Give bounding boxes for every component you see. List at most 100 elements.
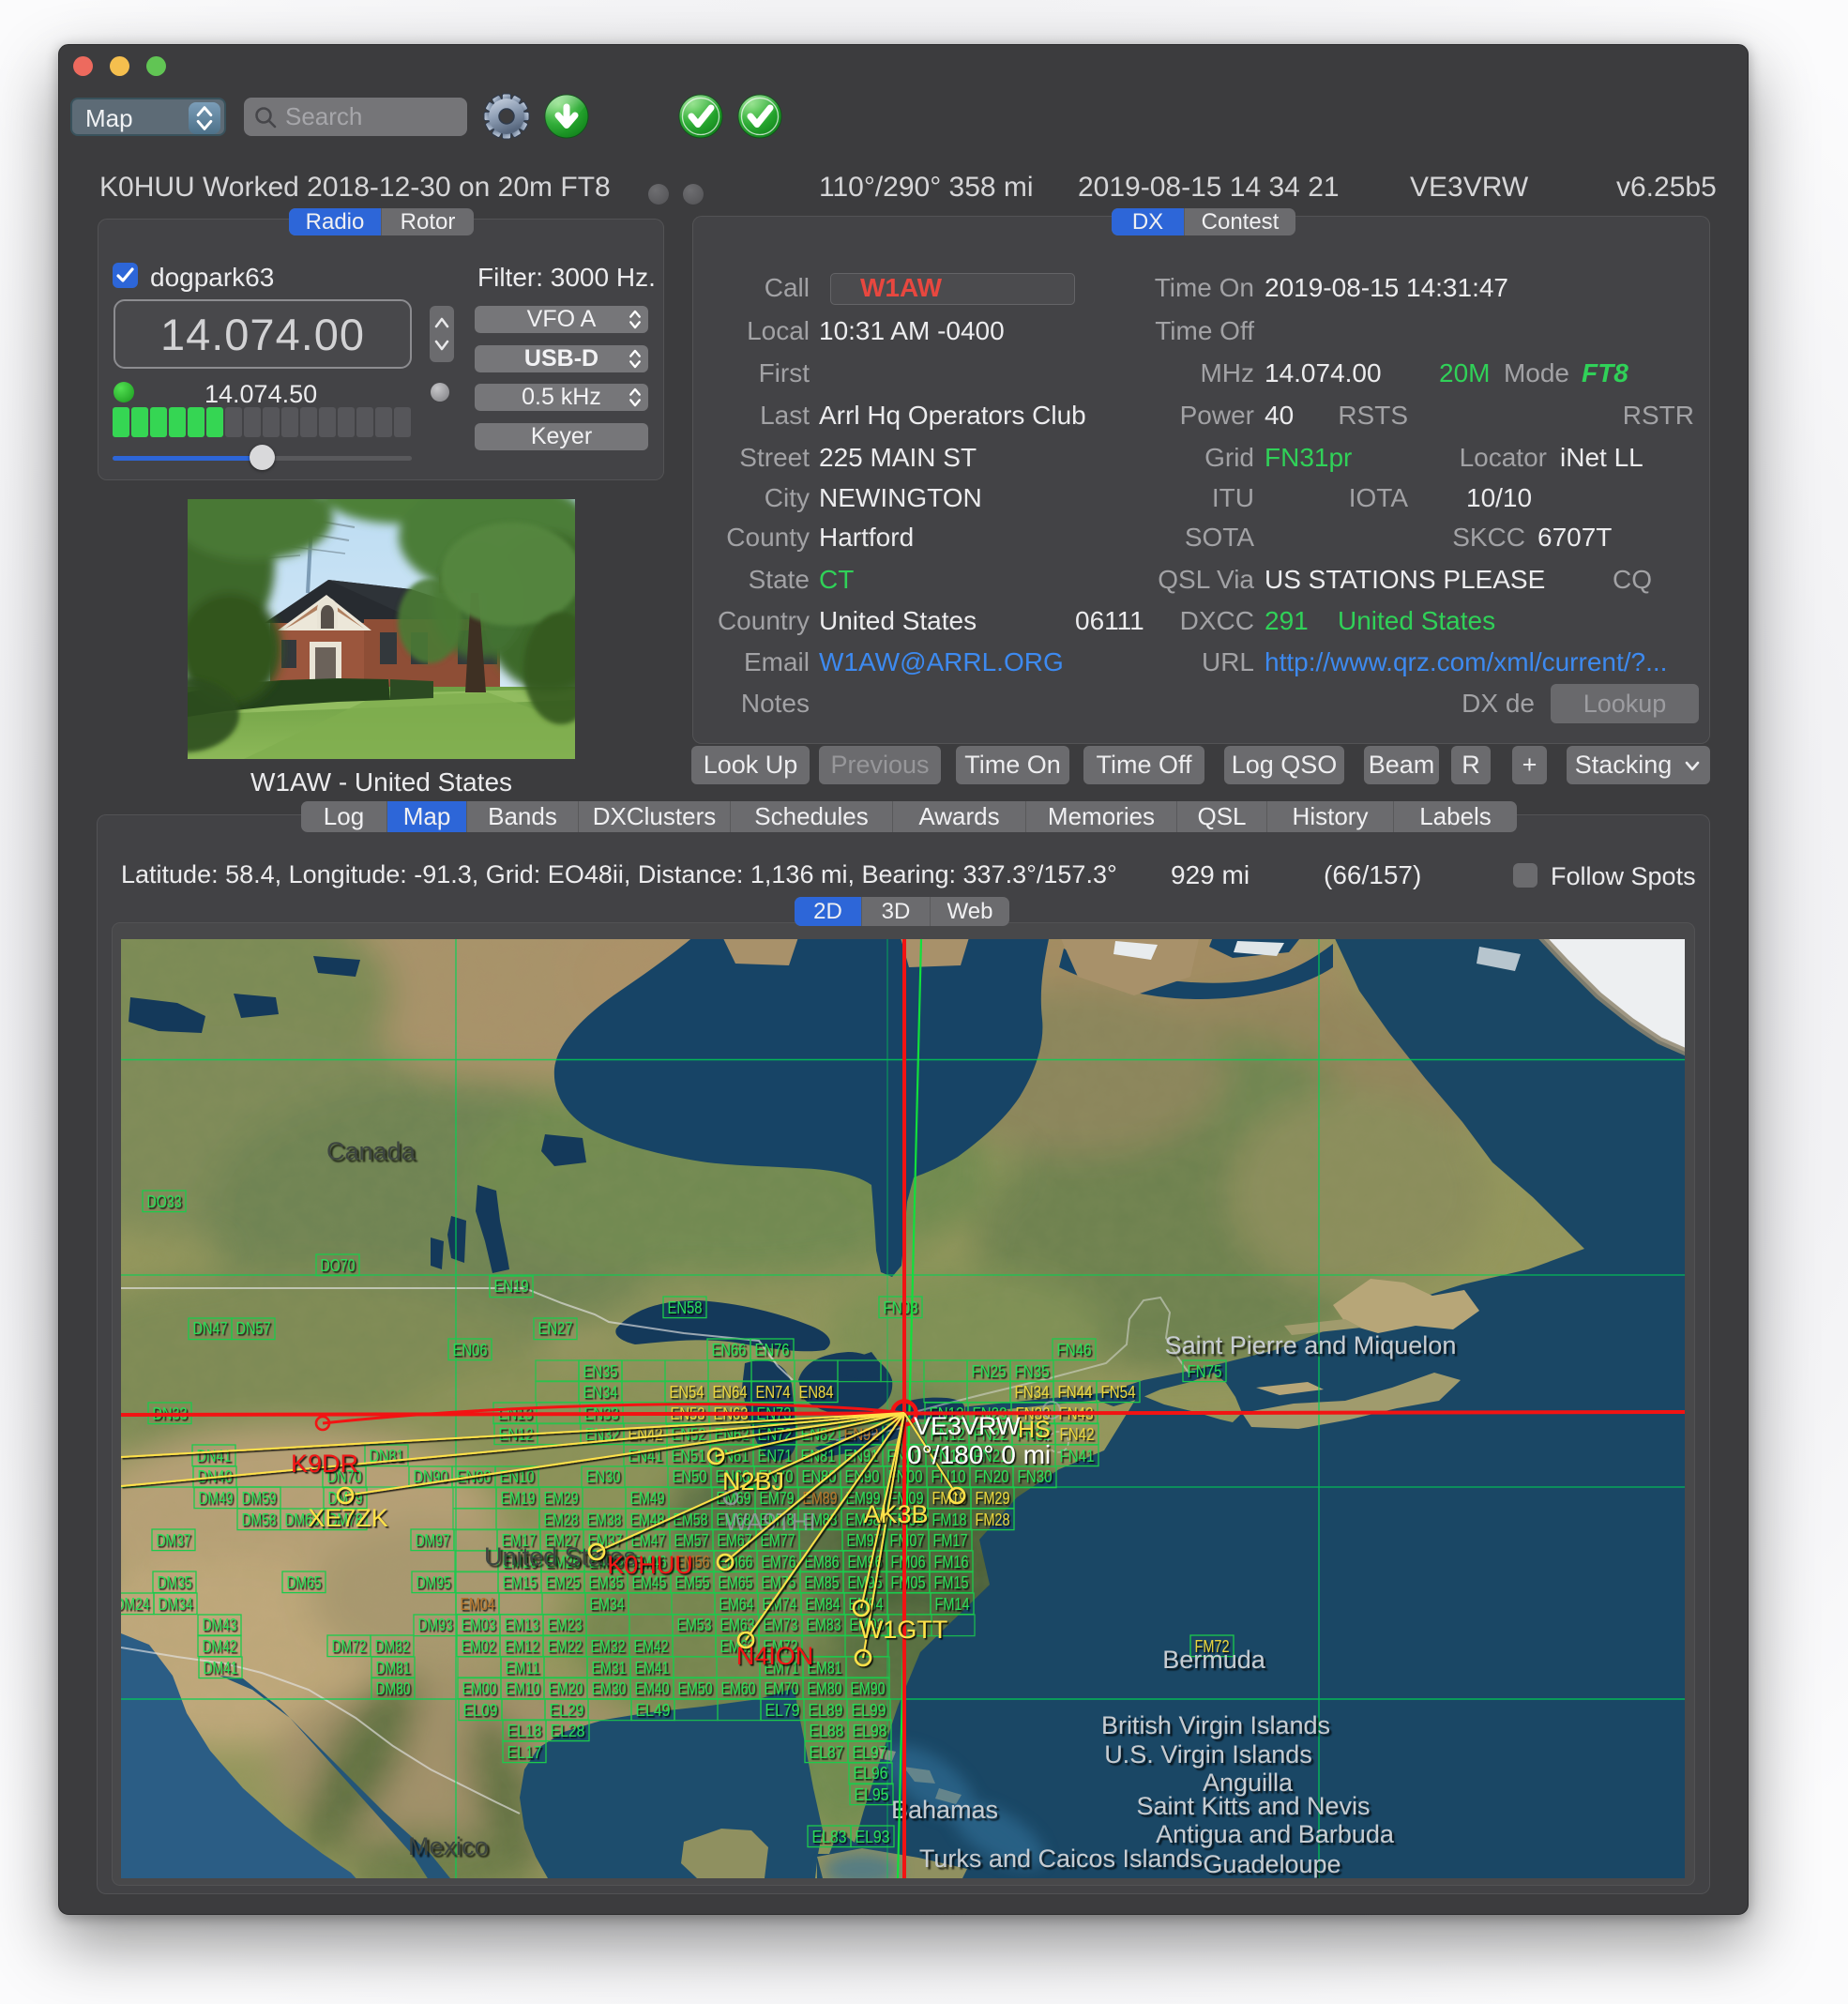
svg-text:EN50: EN50 <box>673 1466 707 1486</box>
svg-text:FN34: FN34 <box>1015 1382 1050 1402</box>
svg-text:VE3VRW: VE3VRW <box>914 1412 1021 1440</box>
svg-text:DM81: DM81 <box>376 1658 411 1678</box>
svg-text:EM32: EM32 <box>591 1636 626 1656</box>
svg-text:EL98: EL98 <box>853 1721 887 1740</box>
svg-text:DN47: DN47 <box>193 1318 228 1338</box>
svg-text:EN34: EN34 <box>583 1382 618 1402</box>
svg-text:FM14: FM14 <box>935 1594 970 1614</box>
svg-text:K0HUU: K0HUU <box>607 1551 693 1579</box>
svg-text:DM58: DM58 <box>242 1510 277 1529</box>
svg-text:British Virgin Islands: British Virgin Islands <box>1101 1711 1330 1739</box>
svg-text:W1GTT: W1GTT <box>859 1616 948 1644</box>
svg-text:FN25: FN25 <box>972 1361 1007 1381</box>
svg-text:FN54: FN54 <box>1101 1382 1136 1402</box>
svg-text:EN58: EN58 <box>668 1298 703 1317</box>
svg-text:EN54: EN54 <box>670 1382 704 1402</box>
svg-text:EM53: EM53 <box>677 1615 712 1634</box>
svg-text:EL89: EL89 <box>809 1700 843 1720</box>
svg-text:EM30: EM30 <box>592 1678 627 1698</box>
svg-text:Saint Pierre and Miquelon: Saint Pierre and Miquelon <box>1165 1331 1457 1359</box>
svg-text:FN30: FN30 <box>1018 1466 1053 1486</box>
svg-text:EN84: EN84 <box>799 1382 834 1402</box>
svg-text:DM35: DM35 <box>158 1572 192 1592</box>
svg-text:EM58: EM58 <box>674 1510 708 1529</box>
svg-text:FM18: FM18 <box>932 1510 967 1529</box>
svg-text:EN71: EN71 <box>758 1446 793 1465</box>
svg-text:FN75: FN75 <box>1188 1361 1222 1381</box>
svg-text:FM16: FM16 <box>934 1552 969 1571</box>
svg-text:N4ION: N4ION <box>736 1642 814 1670</box>
svg-text:DM93: DM93 <box>418 1615 453 1634</box>
svg-text:EM42: EM42 <box>634 1636 669 1656</box>
svg-text:DM43: DM43 <box>203 1615 237 1634</box>
svg-text:DM59: DM59 <box>242 1488 277 1508</box>
svg-text:EM80: EM80 <box>808 1678 842 1698</box>
svg-text:DM80: DM80 <box>376 1678 411 1698</box>
svg-text:N2BJ: N2BJ <box>722 1467 784 1495</box>
svg-text:EM70: EM70 <box>765 1678 799 1698</box>
svg-text:EM19: EM19 <box>501 1488 536 1508</box>
svg-text:EN66: EN66 <box>712 1340 747 1359</box>
svg-text:EM48: EM48 <box>630 1510 665 1529</box>
svg-text:FM29: FM29 <box>976 1488 1010 1508</box>
svg-text:EM11: EM11 <box>506 1658 540 1678</box>
svg-text:EM76: EM76 <box>762 1552 796 1571</box>
svg-text:EL83: EL83 <box>812 1827 847 1846</box>
svg-text:EN27: EN27 <box>538 1318 573 1338</box>
svg-text:FN35: FN35 <box>1015 1361 1050 1381</box>
svg-text:EM85: EM85 <box>805 1572 840 1592</box>
svg-text:EM73: EM73 <box>764 1615 798 1634</box>
svg-text:DM34: DM34 <box>159 1594 193 1614</box>
svg-text:EN51: EN51 <box>672 1446 706 1465</box>
svg-text:EM20: EM20 <box>549 1678 583 1698</box>
svg-text:EN74: EN74 <box>756 1382 791 1402</box>
svg-text:DM95: DM95 <box>417 1572 451 1592</box>
svg-text:FN41: FN41 <box>1060 1446 1095 1465</box>
svg-text:Bahamas: Bahamas <box>891 1796 998 1824</box>
svg-text:FM17: FM17 <box>933 1530 968 1550</box>
svg-text:WA9THI: WA9THI <box>724 1508 815 1536</box>
svg-text:EM22: EM22 <box>548 1636 583 1656</box>
svg-text:EM49: EM49 <box>630 1488 665 1508</box>
svg-text:DM42: DM42 <box>203 1636 237 1656</box>
svg-text:EM89: EM89 <box>803 1488 838 1508</box>
svg-text:DM41: DM41 <box>204 1658 238 1678</box>
svg-text:EL88: EL88 <box>810 1721 844 1740</box>
svg-text:FM28: FM28 <box>976 1510 1010 1529</box>
svg-text:FM05: FM05 <box>891 1572 926 1592</box>
svg-text:EL29: EL29 <box>550 1700 584 1720</box>
svg-text:DM24: DM24 <box>121 1594 150 1614</box>
svg-text:0°/180° 0 mi: 0°/180° 0 mi <box>907 1440 1051 1469</box>
svg-text:EM15: EM15 <box>503 1572 538 1592</box>
svg-text:EN76: EN76 <box>755 1340 790 1359</box>
svg-text:DM97: DM97 <box>416 1530 450 1550</box>
svg-text:EL97: EL97 <box>853 1742 887 1762</box>
svg-text:EL96: EL96 <box>854 1763 888 1783</box>
svg-text:DM37: DM37 <box>157 1530 191 1550</box>
svg-text:EL93: EL93 <box>856 1827 890 1846</box>
svg-text:EM84: EM84 <box>806 1594 841 1614</box>
svg-text:EL99: EL99 <box>852 1700 886 1720</box>
svg-text:EM34: EM34 <box>590 1594 625 1614</box>
svg-text:EL28: EL28 <box>551 1721 585 1740</box>
svg-text:EM02: EM02 <box>462 1636 496 1656</box>
svg-text:EM90: EM90 <box>851 1678 886 1698</box>
svg-text:K9DR: K9DR <box>291 1450 358 1478</box>
svg-text:EM96: EM96 <box>848 1552 883 1571</box>
svg-text:DN41: DN41 <box>197 1446 232 1465</box>
svg-text:EM65: EM65 <box>719 1572 753 1592</box>
svg-text:EL79: EL79 <box>765 1700 800 1720</box>
svg-text:FM15: FM15 <box>934 1572 969 1592</box>
svg-text:EM83: EM83 <box>807 1615 841 1634</box>
svg-text:EL17: EL17 <box>507 1742 542 1762</box>
svg-text:EL49: EL49 <box>636 1700 671 1720</box>
svg-text:DM49: DM49 <box>199 1488 234 1508</box>
svg-text:EN06: EN06 <box>453 1340 488 1359</box>
svg-text:EM00: EM00 <box>462 1678 497 1698</box>
svg-text:FN20: FN20 <box>975 1466 1009 1486</box>
svg-text:EM13: EM13 <box>505 1615 539 1634</box>
svg-text:DO33: DO33 <box>147 1192 182 1211</box>
svg-text:EM41: EM41 <box>635 1658 670 1678</box>
svg-text:Mexico: Mexico <box>408 1832 489 1860</box>
svg-text:DM72: DM72 <box>332 1636 367 1656</box>
